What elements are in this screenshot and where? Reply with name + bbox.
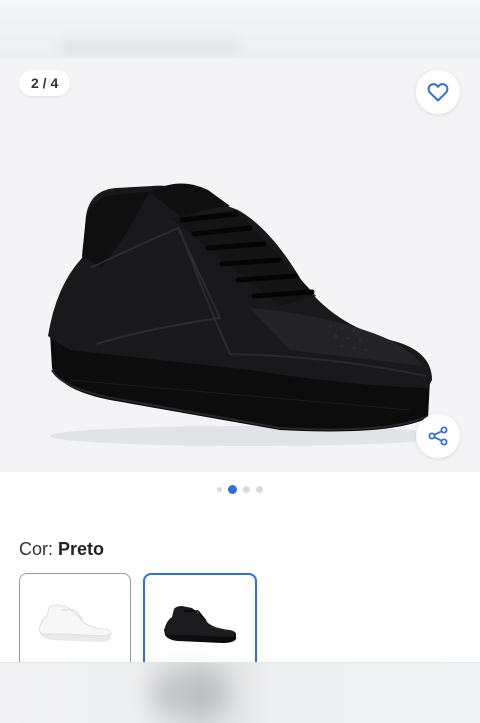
- color-label: Cor: Preto: [19, 539, 104, 560]
- pagination-dot-active[interactable]: [228, 484, 237, 494]
- pagination-dot[interactable]: [256, 485, 263, 493]
- product-image-gallery[interactable]: 2 / 4: [0, 58, 480, 472]
- share-button[interactable]: [416, 414, 460, 458]
- favorite-button[interactable]: [416, 70, 460, 114]
- gallery-pagination: [0, 482, 480, 496]
- color-label-prefix: Cor:: [19, 539, 59, 559]
- top-header-blurred: [0, 0, 480, 58]
- product-image: [48, 183, 450, 446]
- black-sneaker-thumbnail: [164, 606, 236, 643]
- image-counter: 2 / 4: [19, 70, 71, 96]
- bottom-action-bar-blurred: [0, 662, 480, 723]
- heart-icon: [427, 83, 449, 102]
- pagination-dot[interactable]: [243, 485, 250, 493]
- share-icon: [428, 426, 448, 446]
- white-sneaker-thumbnail: [38, 604, 112, 642]
- selected-color-name: Preto: [58, 539, 105, 559]
- pagination-dot[interactable]: [217, 486, 222, 492]
- color-option-white[interactable]: [19, 573, 131, 675]
